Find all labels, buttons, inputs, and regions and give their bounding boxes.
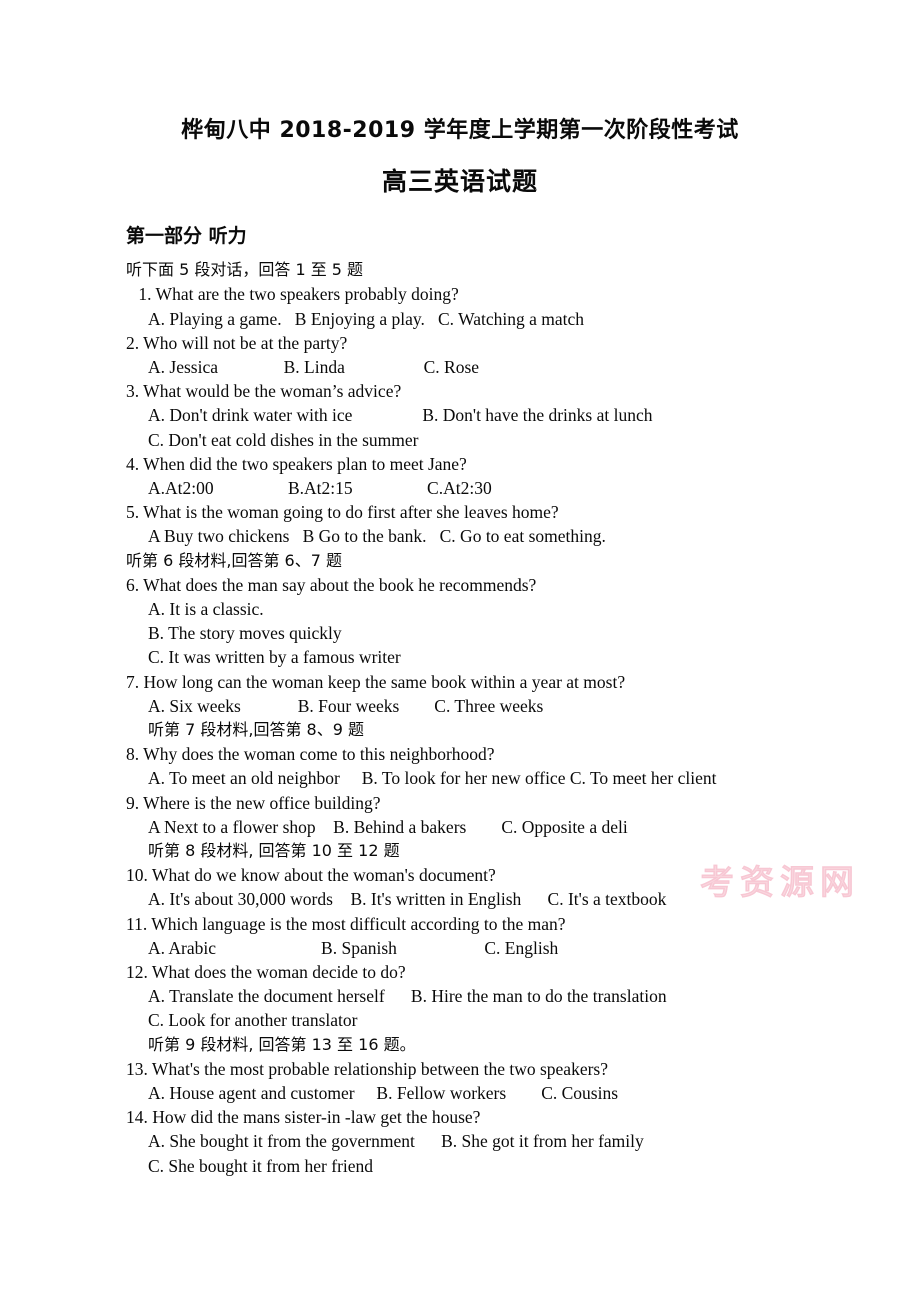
question-stem-9: 9. Where is the new office building?	[126, 792, 381, 813]
question-options-9: A Next to a flower shop B. Behind a bake…	[148, 816, 628, 837]
question-options-8: A. To meet an old neighbor B. To look fo…	[148, 768, 717, 789]
listening-directions-1-5: 听下面 5 段对话，回答 1 至 5 题	[126, 260, 364, 280]
question-stem-13: 13. What's the most probable relationshi…	[126, 1058, 609, 1079]
page-content: 桦甸八中 2018-2019 学年度上学期第一次阶段性考试 高三英语试题 第一部…	[0, 0, 920, 1178]
question-stem-12: 12. What does the woman decide to do?	[126, 962, 406, 983]
question-options-12-ab: A. Translate the document herself B. Hir…	[148, 986, 667, 1007]
listening-directions-10-12: 听第 8 段材料, 回答第 10 至 12 题	[148, 841, 400, 861]
question-stem-7: 7. How long can the woman keep the same …	[126, 671, 626, 692]
listening-directions-8-9: 听第 7 段材料,回答第 8、9 题	[148, 720, 364, 739]
question-stem-4: 4. When did the two speakers plan to mee…	[126, 453, 467, 474]
listening-directions-13-16: 听第 9 段材料, 回答第 13 至 16 题。	[148, 1034, 416, 1054]
question-options-14-c: C. She bought it from her friend	[148, 1155, 374, 1176]
page-subtitle: 高三英语试题	[381, 167, 538, 197]
question-options-11: A. Arabic B. Spanish C. English	[148, 937, 559, 958]
listening-directions-6-7: 听第 6 段材料,回答第 6、7 题	[126, 550, 342, 570]
question-stem-5: 5. What is the woman going to do first a…	[126, 502, 559, 523]
exam-body: 第一部分 听力 听下面 5 段对话，回答 1 至 5 题 1. What are…	[0, 225, 920, 1177]
question-options-3-ab: A. Don't drink water with ice B. Don't h…	[148, 405, 653, 426]
question-options-10: A. It's about 30,000 words B. It's writt…	[148, 889, 667, 910]
question-stem-14: 14. How did the mans sister-in -law get …	[126, 1107, 481, 1128]
question-options-12-c: C. Look for another translator	[148, 1010, 358, 1031]
question-stem-6: 6. What does the man say about the book …	[126, 574, 537, 595]
question-options-3-c: C. Don't eat cold dishes in the summer	[148, 429, 419, 450]
question-stem-2: 2. Who will not be at the party?	[126, 332, 348, 353]
question-stem-11: 11. Which language is the most difficult…	[126, 913, 566, 934]
question-stem-10: 10. What do we know about the woman's do…	[126, 865, 496, 886]
question-option-6-c: C. It was written by a famous writer	[148, 647, 401, 668]
section-heading-part-one: 第一部分 听力	[126, 225, 247, 248]
question-options-13: A. House agent and customer B. Fellow wo…	[148, 1083, 619, 1104]
question-options-4: A.At2:00 B.At2:15 C.At2:30	[148, 477, 492, 498]
question-options-1: A. Playing a game. B Enjoying a play. C.…	[148, 308, 585, 329]
question-options-5: A Buy two chickens B Go to the bank. C. …	[148, 526, 606, 547]
question-option-6-a: A. It is a classic.	[148, 598, 264, 619]
question-stem-3: 3. What would be the woman’s advice?	[126, 381, 402, 402]
question-stem-8: 8. Why does the woman come to this neigh…	[126, 744, 495, 765]
exam-page: 考资源网 桦甸八中 2018-2019 学年度上学期第一次阶段性考试 高三英语试…	[0, 0, 920, 1302]
question-stem-1: 1. What are the two speakers probably do…	[134, 284, 459, 305]
question-option-6-b: B. The story moves quickly	[148, 623, 342, 644]
question-options-14-ab: A. She bought it from the government B. …	[148, 1131, 644, 1152]
question-options-2: A. Jessica B. Linda C. Rose	[148, 356, 480, 377]
page-title: 桦甸八中 2018-2019 学年度上学期第一次阶段性考试	[181, 118, 739, 143]
question-options-7: A. Six weeks B. Four weeks C. Three week…	[148, 695, 544, 716]
